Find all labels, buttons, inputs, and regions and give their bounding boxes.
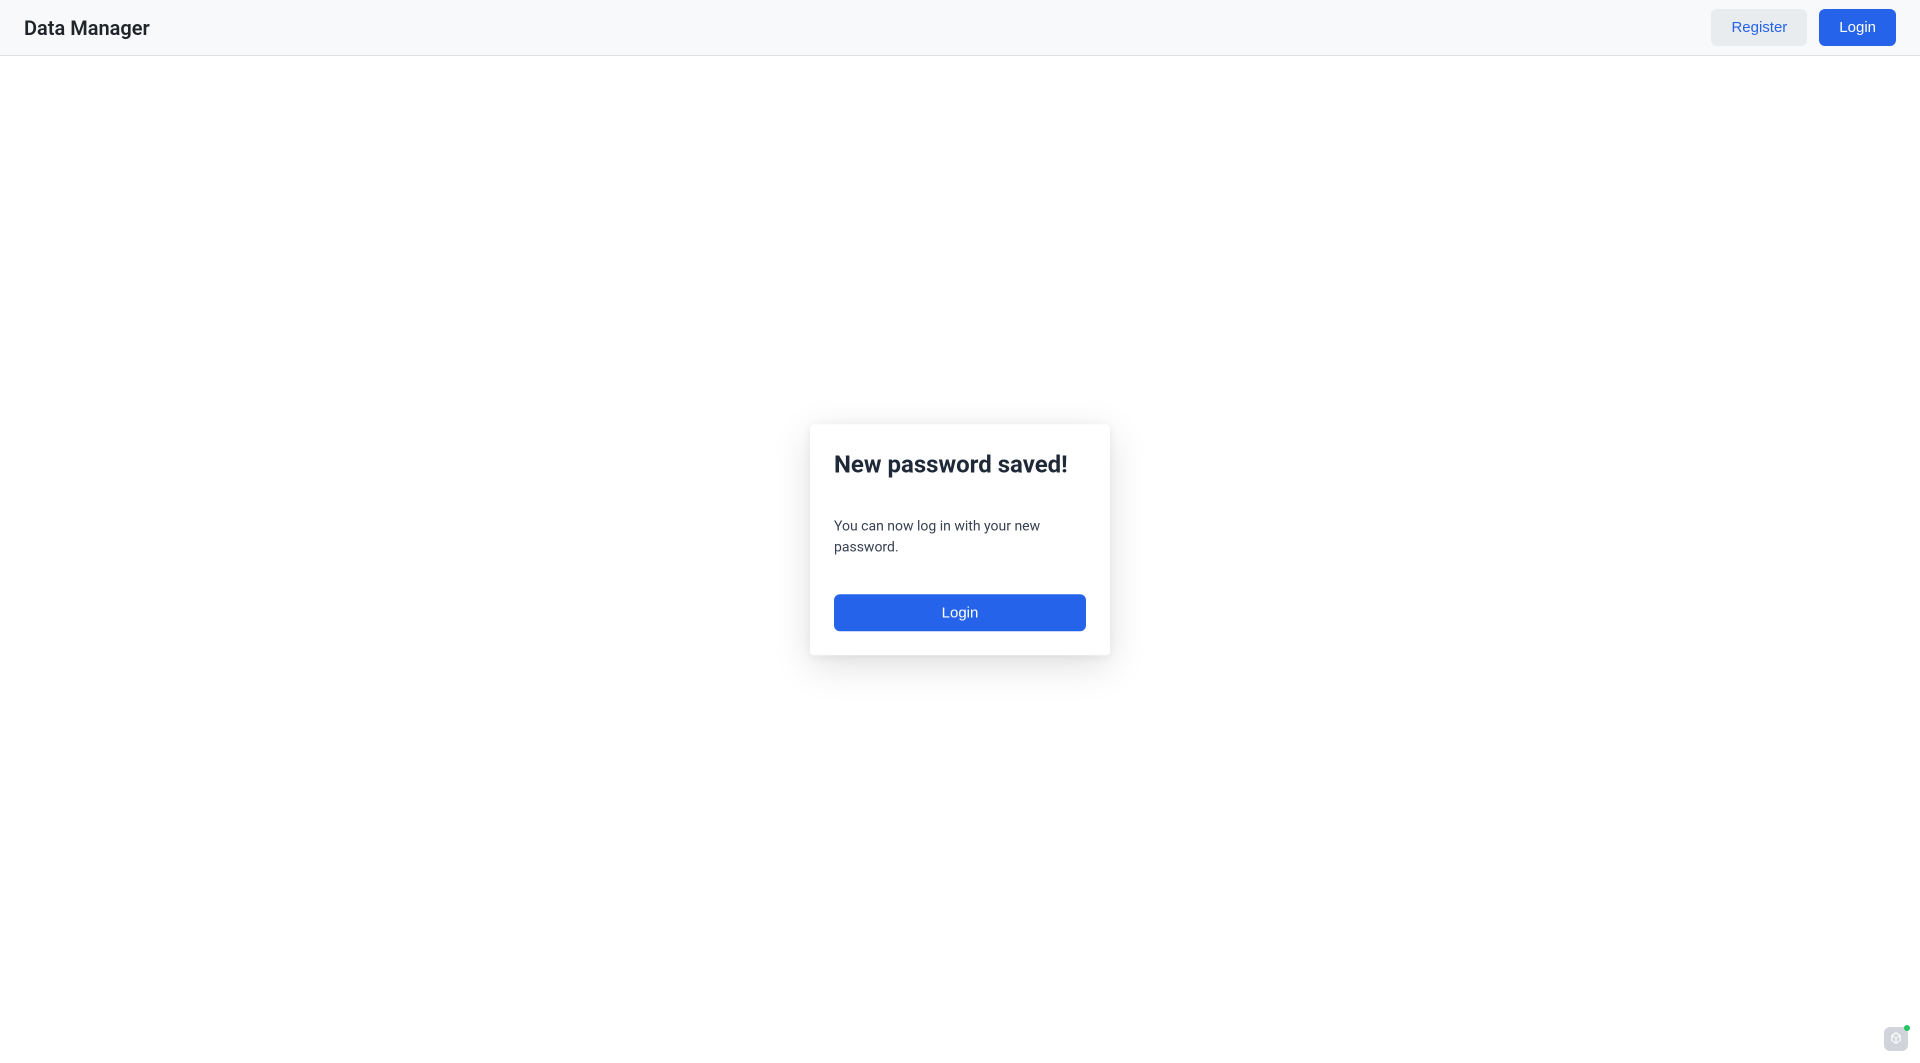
devtools-widget[interactable]	[1884, 1027, 1908, 1051]
devtools-icon	[1889, 1030, 1903, 1049]
register-button[interactable]: Register	[1711, 9, 1807, 46]
card-title: New password saved!	[834, 448, 1086, 480]
login-button-nav[interactable]: Login	[1819, 9, 1896, 46]
navbar: Data Manager Register Login	[0, 0, 1920, 56]
app-brand[interactable]: Data Manager	[24, 16, 150, 40]
login-button-main[interactable]: Login	[834, 594, 1086, 631]
status-dot-icon	[1904, 1025, 1910, 1031]
navbar-actions: Register Login	[1711, 9, 1896, 46]
main-content: New password saved! You can now log in w…	[0, 56, 1920, 1063]
password-saved-card: New password saved! You can now log in w…	[810, 424, 1110, 655]
card-text: You can now log in with your new passwor…	[834, 516, 1086, 558]
